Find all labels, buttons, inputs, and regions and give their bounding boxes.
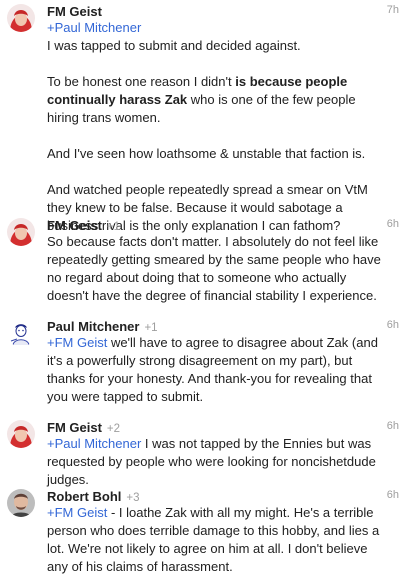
mention-link[interactable]: +FM Geist: [47, 335, 107, 350]
author-name[interactable]: Paul Mitchener: [47, 319, 139, 334]
avatar-robert-bohl[interactable]: [7, 489, 35, 517]
avatar-paul-mitchener[interactable]: [7, 319, 35, 347]
comment-body: +FM Geist we'll have to agree to disagre…: [47, 334, 382, 406]
comment-author[interactable]: FM Geist +2: [47, 420, 120, 435]
comment-text: And I've seen how loathsome & unstable t…: [47, 146, 366, 161]
comment-body: +Paul Mitchener I was tapped to submit a…: [47, 19, 382, 235]
avatar-fm-geist[interactable]: [7, 218, 35, 246]
comment-timestamp: 6h: [386, 319, 399, 331]
mention-link[interactable]: +Paul Mitchener: [47, 436, 141, 451]
comment-timestamp: 6h: [386, 218, 399, 230]
comment-author[interactable]: Robert Bohl +3: [47, 489, 140, 504]
author-name[interactable]: Robert Bohl: [47, 489, 121, 504]
comment-timestamp: 7h: [386, 4, 399, 16]
avatar-fm-geist[interactable]: [7, 420, 35, 448]
comment-body: So because facts don't matter. I absolut…: [47, 233, 382, 305]
avatar-fm-geist[interactable]: [7, 4, 35, 32]
plus-one-count[interactable]: +1: [144, 322, 157, 334]
comment-text: I was tapped to submit and decided again…: [47, 38, 301, 53]
mention-link[interactable]: +Paul Mitchener: [47, 20, 141, 35]
plus-one-count[interactable]: +3: [126, 492, 139, 504]
plus-one-count[interactable]: +1: [107, 221, 120, 233]
comment-author[interactable]: Paul Mitchener +1: [47, 319, 158, 334]
author-name[interactable]: FM Geist: [47, 218, 102, 233]
comment-author[interactable]: FM Geist +1: [47, 218, 120, 233]
comment-author[interactable]: FM Geist: [47, 4, 102, 19]
author-name[interactable]: FM Geist: [47, 4, 102, 19]
comment-text: So because facts don't matter. I absolut…: [47, 234, 381, 303]
mention-link[interactable]: +FM Geist: [47, 505, 107, 520]
plus-one-count[interactable]: +2: [107, 423, 120, 435]
comment-timestamp: 6h: [386, 420, 399, 432]
comment-body: +Paul Mitchener I was not tapped by the …: [47, 435, 382, 489]
author-name[interactable]: FM Geist: [47, 420, 102, 435]
comment-timestamp: 6h: [386, 489, 399, 501]
comment-text: To be honest one reason I didn't: [47, 74, 236, 89]
comment-body: +FM Geist - I loathe Zak with all my mig…: [47, 504, 382, 576]
